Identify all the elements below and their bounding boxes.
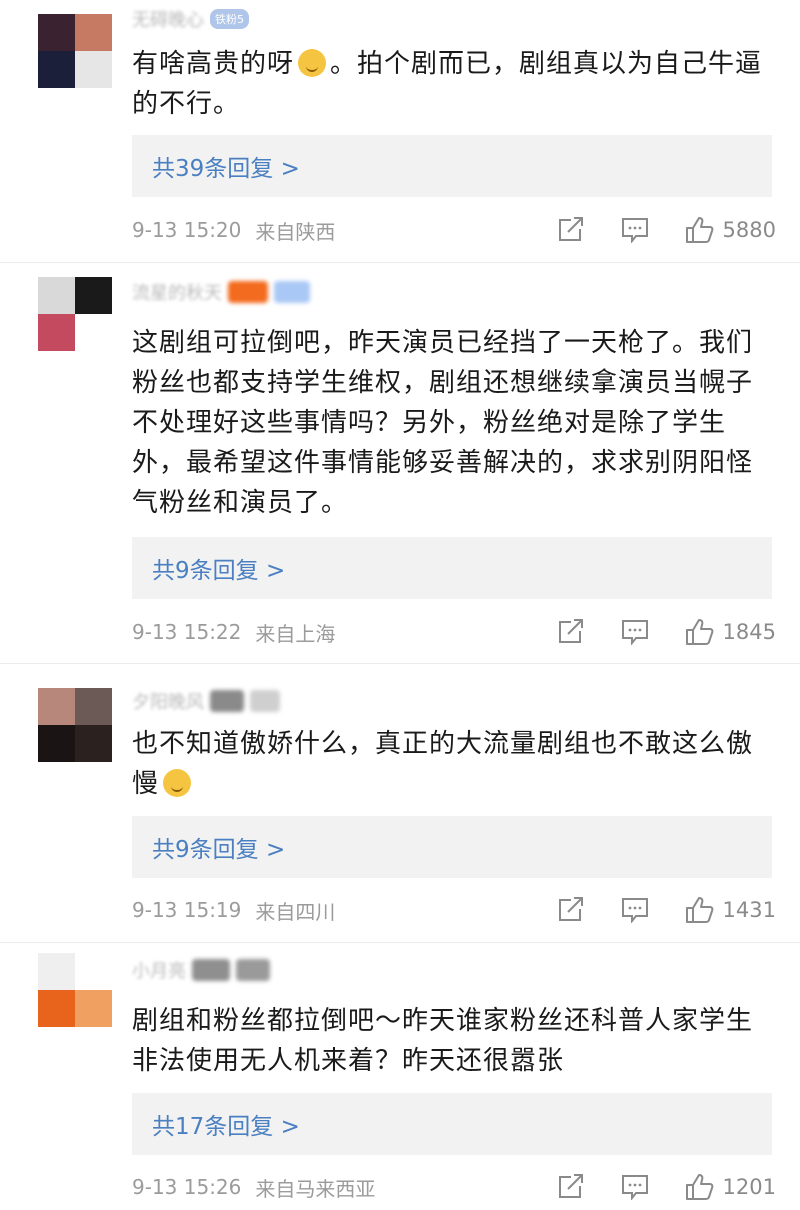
like-button[interactable]: 1201 [685,1173,776,1201]
avatar[interactable] [38,14,112,88]
comment-button[interactable] [621,1174,649,1200]
location: 来自四川 [255,899,336,924]
like-count: 1431 [722,898,776,922]
share-button[interactable] [557,217,585,243]
fan-badge: 铁粉5 [210,9,249,29]
timestamp: 9-13 15:26 [132,1175,242,1199]
view-replies-button[interactable]: 共39条回复 > [132,135,772,197]
location: 来自陕西 [255,219,336,244]
comment-item: 流星的秋天 这剧组可拉倒吧，昨天演员已经挡了一天枪了。我们粉丝也都支持学生维权，… [0,263,800,664]
comment-icon [621,218,648,243]
username-row[interactable]: 无碍晚心 铁粉5 [132,4,249,34]
like-button[interactable]: 5880 [685,216,776,244]
username[interactable]: 无碍晚心 [132,6,204,32]
comment-item: 小月亮 剧组和粉丝都拉倒吧～昨天谁家粉丝还科普人家学生非法使用无人机来着？昨天还… [0,943,800,1209]
timestamp: 9-13 15:19 [132,898,242,922]
avatar[interactable] [38,688,112,762]
timestamp: 9-13 15:20 [132,218,242,242]
username-blur [228,281,268,303]
avatar-tile [38,990,75,1027]
share-icon [558,1174,583,1198]
share-button[interactable] [557,619,585,645]
username-blur [250,690,280,712]
avatar[interactable] [38,277,112,351]
avatar-tile [75,688,112,725]
avatar-tile [75,953,112,990]
avatar-tile [75,990,112,1027]
username-blur [274,281,310,303]
thumbs-up-icon [685,1174,713,1200]
share-icon [558,619,583,643]
comment-meta: 9-13 15:20 来自陕西 5880 [132,215,776,245]
username[interactable]: 流星的秋天 [132,279,222,305]
username-blur [192,959,230,981]
location: 来自上海 [255,621,336,646]
avatar-tile [38,277,75,314]
comment-text: 剧组和粉丝都拉倒吧～昨天谁家粉丝还科普人家学生非法使用无人机来着？昨天还很嚣张 [132,1006,754,1076]
comment-button[interactable] [621,619,649,645]
like-count: 5880 [722,218,776,242]
username-blur [236,959,270,981]
view-replies-button[interactable]: 共9条回复 > [132,537,772,599]
comment-button[interactable] [621,217,649,243]
avatar-tile [75,51,112,88]
comment-icon [621,1175,648,1200]
avatar-tile [38,688,75,725]
like-button[interactable]: 1431 [685,896,776,924]
username[interactable]: 夕阳晚风 [132,688,204,714]
username[interactable]: 小月亮 [132,957,186,983]
like-count: 1845 [722,620,776,644]
comment-text-part: 也不知道傲娇什么，真正的大流量剧组也不敢这么傲慢 [132,729,754,799]
avatar-tile [38,51,75,88]
comment-text: 有啥高贵的呀 。拍个剧而已，剧组真以为自己牛逼的不行。 [132,44,772,124]
comment-text: 也不知道傲娇什么，真正的大流量剧组也不敢这么傲慢 [132,724,772,804]
comment-icon [621,620,648,645]
comment-meta: 9-13 15:19 来自四川 1431 [132,895,776,925]
comment-text: 这剧组可拉倒吧，昨天演员已经挡了一天枪了。我们粉丝也都支持学生维权，剧组还想继续… [132,328,754,518]
avatar-tile [75,725,112,762]
avatar[interactable] [38,953,112,1027]
emoji-icon [298,49,327,77]
like-button[interactable]: 1845 [685,618,776,646]
username-row[interactable]: 夕阳晚风 [132,686,280,716]
location: 来自马来西亚 [255,1176,376,1201]
share-icon [558,897,583,921]
comment-button[interactable] [621,897,649,923]
share-icon [558,217,583,241]
avatar-tile [38,14,75,51]
view-replies-button[interactable]: 共9条回复 > [132,816,772,878]
view-replies-button[interactable]: 共17条回复 > [132,1093,772,1155]
share-button[interactable] [557,897,585,923]
comment-item: 夕阳晚风 也不知道傲娇什么，真正的大流量剧组也不敢这么傲慢 共9条回复 > 9-… [0,664,800,943]
comment-meta: 9-13 15:22 来自上海 1845 [132,617,776,647]
username-blur [210,690,244,712]
thumbs-up-icon [685,897,713,923]
comment-meta: 9-13 15:26 来自马来西亚 1201 [132,1172,776,1202]
timestamp: 9-13 15:22 [132,620,242,644]
avatar-tile [75,277,112,314]
username-row[interactable]: 小月亮 [132,955,270,985]
avatar-tile [38,314,75,351]
comment-text-part: 有啥高贵的呀 [132,49,295,79]
avatar-tile [75,314,112,351]
like-count: 1201 [722,1175,776,1199]
avatar-tile [75,14,112,51]
comment-item: 无碍晚心 铁粉5 有啥高贵的呀 。拍个剧而已，剧组真以为自己牛逼的不行。 共39条… [0,0,800,263]
comment-icon [621,898,648,923]
avatar-tile [38,725,75,762]
username-row[interactable]: 流星的秋天 [132,277,310,307]
avatar-tile [38,953,75,990]
thumbs-up-icon [685,619,713,645]
emoji-icon [163,769,192,797]
thumbs-up-icon [685,217,713,243]
share-button[interactable] [557,1174,585,1200]
